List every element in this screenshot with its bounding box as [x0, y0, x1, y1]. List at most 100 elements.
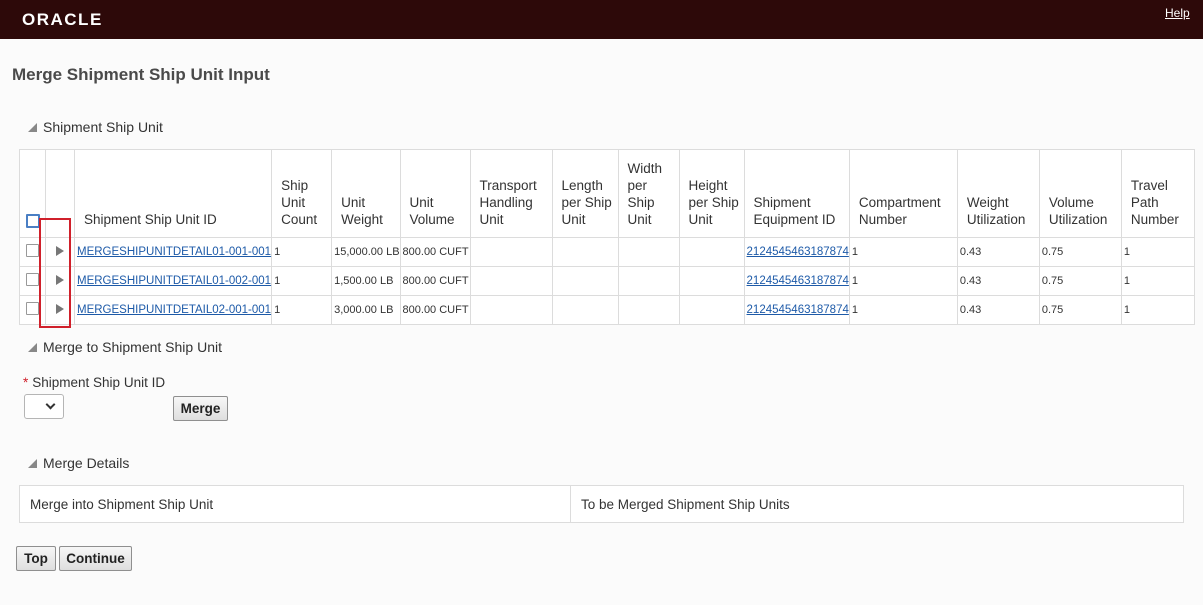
- cell-thu: [469, 237, 553, 267]
- cell-height: [678, 295, 745, 325]
- col-unit-weight[interactable]: Unit Weight: [331, 149, 401, 238]
- collapse-triangle-icon[interactable]: [28, 122, 37, 132]
- cell-compartment: 1: [848, 266, 958, 296]
- table-header-row: Shipment Ship Unit ID Ship Unit Count Un…: [19, 149, 1195, 238]
- cell-id: MERGESHIPUNITDETAIL01-001-001: [73, 237, 273, 267]
- cell-width: [617, 266, 680, 296]
- cell-length: [551, 295, 619, 325]
- cell-width: [617, 237, 680, 267]
- equipment-id-link[interactable]: 2124545463187874: [747, 275, 849, 287]
- cell-travel: 1: [1120, 237, 1195, 267]
- row-checkbox-cell: [19, 237, 46, 267]
- col-height-per-ship-unit[interactable]: Height per Ship Unit: [678, 149, 745, 238]
- cell-height: [678, 237, 745, 267]
- expand-cell: [45, 237, 75, 267]
- page-title: Merge Shipment Ship Unit Input: [12, 65, 270, 84]
- cell-width: [617, 295, 680, 325]
- cell-id: MERGESHIPUNITDETAIL01-002-001: [73, 266, 273, 296]
- cell-travel: 1: [1120, 295, 1195, 325]
- required-indicator: *: [23, 375, 29, 390]
- col-transport-handling-unit[interactable]: Transport Handling Unit: [469, 149, 553, 238]
- cell-weight-util: 0.43: [956, 266, 1040, 296]
- expand-cell: [45, 295, 75, 325]
- col-length-per-ship-unit[interactable]: Length per Ship Unit: [551, 149, 619, 238]
- brand-bar: ORACLE Help: [0, 0, 1203, 39]
- ship-unit-table: Shipment Ship Unit ID Ship Unit Count Un…: [19, 149, 1195, 325]
- col-volume-utilization[interactable]: Volume Utilization: [1038, 149, 1122, 238]
- table-row[interactable]: MERGESHIPUNITDETAIL01-001-001 1 15,000.0…: [19, 237, 1195, 267]
- expand-col-header: [45, 149, 75, 238]
- cell-length: [551, 237, 619, 267]
- expand-row-icon[interactable]: [56, 274, 64, 285]
- cell-equip: 2124545463187874: [743, 237, 850, 267]
- field-label: Shipment Ship Unit ID: [32, 375, 166, 390]
- equipment-id-link[interactable]: 2124545463187874: [747, 246, 849, 258]
- row-checkbox[interactable]: [26, 273, 39, 286]
- col-shipment-equipment-id[interactable]: Shipment Equipment ID: [743, 149, 850, 238]
- chevron-down-icon: [45, 399, 56, 410]
- cell-height: [678, 266, 745, 296]
- row-checkbox[interactable]: [26, 302, 39, 315]
- cell-count: 1: [271, 295, 333, 325]
- cell-weight: 15,000.00 LB: [331, 237, 401, 267]
- cell-travel: 1: [1120, 266, 1195, 296]
- continue-button[interactable]: Continue: [59, 546, 132, 571]
- cell-compartment: 1: [848, 237, 958, 267]
- section-header-merge-details[interactable]: Merge Details: [28, 455, 129, 471]
- select-all-checkbox[interactable]: [25, 214, 40, 228]
- ship-unit-id-link[interactable]: MERGESHIPUNITDETAIL01-002-001: [77, 275, 271, 287]
- details-col-merge-into: Merge into Shipment Ship Unit: [19, 485, 571, 523]
- equipment-id-link[interactable]: 2124545463187874: [747, 304, 849, 316]
- top-button[interactable]: Top: [16, 546, 56, 571]
- col-ship-unit-count[interactable]: Ship Unit Count: [271, 149, 333, 238]
- help-link[interactable]: Help: [1165, 6, 1190, 20]
- expand-row-icon[interactable]: [56, 303, 64, 314]
- cell-compartment: 1: [848, 295, 958, 325]
- col-weight-utilization[interactable]: Weight Utilization: [956, 149, 1040, 238]
- cell-equip: 2124545463187874: [743, 295, 850, 325]
- collapse-triangle-icon[interactable]: [28, 458, 37, 468]
- section-header-ship-unit[interactable]: Shipment Ship Unit: [28, 119, 163, 135]
- cell-weight: 1,500.00 LB: [331, 266, 401, 296]
- expand-row-icon[interactable]: [56, 245, 64, 256]
- section-title: Shipment Ship Unit: [43, 119, 163, 135]
- cell-count: 1: [271, 237, 333, 267]
- col-travel-path-number[interactable]: Travel Path Number: [1120, 149, 1195, 238]
- cell-weight-util: 0.43: [956, 237, 1040, 267]
- cell-thu: [469, 266, 553, 296]
- cell-equip: 2124545463187874: [743, 266, 850, 296]
- row-checkbox-cell: [19, 295, 46, 325]
- cell-thu: [469, 295, 553, 325]
- row-checkbox[interactable]: [26, 244, 39, 257]
- cell-count: 1: [271, 266, 333, 296]
- table-row[interactable]: MERGESHIPUNITDETAIL01-002-001 1 1,500.00…: [19, 266, 1195, 296]
- col-compartment-number[interactable]: Compartment Number: [848, 149, 958, 238]
- row-checkbox-cell: [19, 266, 46, 296]
- cell-weight-util: 0.43: [956, 295, 1040, 325]
- cell-length: [551, 266, 619, 296]
- section-title: Merge to Shipment Ship Unit: [43, 339, 222, 355]
- section-header-merge-to[interactable]: Merge to Shipment Ship Unit: [28, 339, 222, 355]
- expand-cell: [45, 266, 75, 296]
- details-header-row: Merge into Shipment Ship Unit To be Merg…: [19, 485, 1184, 523]
- cell-volume-util: 0.75: [1038, 237, 1122, 267]
- col-width-per-ship-unit[interactable]: Width per Ship Unit: [617, 149, 680, 238]
- cell-volume: 800.00 CUFT: [399, 237, 471, 267]
- ship-unit-id-link[interactable]: MERGESHIPUNITDETAIL01-001-001: [77, 246, 271, 258]
- cell-id: MERGESHIPUNITDETAIL02-001-001: [73, 295, 273, 325]
- col-ship-unit-id[interactable]: Shipment Ship Unit ID: [73, 149, 273, 238]
- col-unit-volume[interactable]: Unit Volume: [399, 149, 471, 238]
- ship-unit-id-link[interactable]: MERGESHIPUNITDETAIL02-001-001: [77, 304, 271, 316]
- table-row[interactable]: MERGESHIPUNITDETAIL02-001-001 1 3,000.00…: [19, 295, 1195, 325]
- merge-details-table: Merge into Shipment Ship Unit To be Merg…: [19, 485, 1184, 523]
- merge-button[interactable]: Merge: [173, 396, 228, 421]
- cell-volume-util: 0.75: [1038, 266, 1122, 296]
- ship-unit-id-select[interactable]: [24, 394, 64, 419]
- collapse-triangle-icon[interactable]: [28, 342, 37, 352]
- select-all-cell: [19, 149, 46, 238]
- cell-volume: 800.00 CUFT: [399, 266, 471, 296]
- ship-unit-id-label: * Shipment Ship Unit ID: [23, 375, 165, 390]
- oracle-logo: ORACLE: [22, 10, 103, 29]
- section-title: Merge Details: [43, 455, 130, 471]
- cell-volume: 800.00 CUFT: [399, 295, 471, 325]
